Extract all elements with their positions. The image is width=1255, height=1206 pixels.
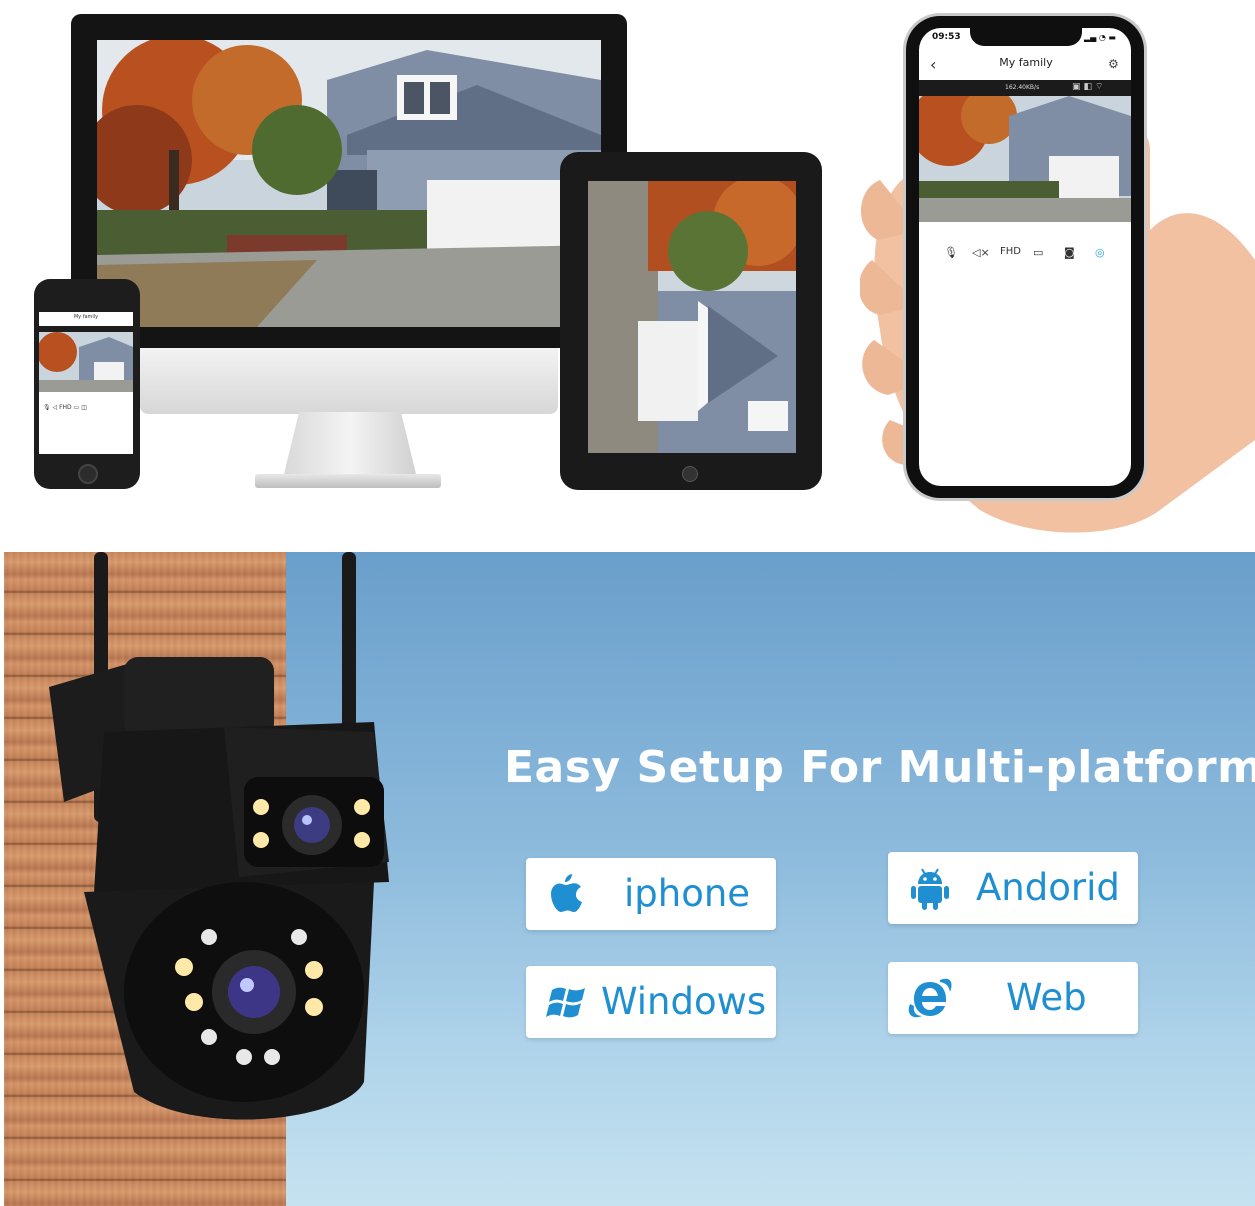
- record-icon[interactable]: ▭: [74, 404, 80, 411]
- phone-notch: [970, 28, 1082, 46]
- snapshot-camera-icon[interactable]: ◙: [1064, 246, 1075, 259]
- video-mode-icons[interactable]: ▣◧⌔: [1072, 81, 1106, 92]
- platform-android-label: Andorid: [976, 866, 1120, 909]
- mic-icon[interactable]: 🎙: [43, 404, 51, 411]
- platform-web-button[interactable]: Web: [888, 962, 1138, 1034]
- back-chevron-icon[interactable]: ‹: [930, 55, 936, 74]
- video-controls: 🎙 ◁× FHD ▭ ◙ ◎: [919, 246, 1131, 266]
- mute-speaker-icon[interactable]: ◁×: [972, 246, 990, 259]
- platform-iphone-label: iphone: [624, 872, 751, 915]
- app-title: My family: [999, 56, 1053, 69]
- platform-web-label: Web: [1006, 976, 1087, 1019]
- small-phone-quality[interactable]: FHD: [59, 404, 72, 411]
- camera-icon[interactable]: ◫: [81, 404, 87, 411]
- monitor-base: [255, 474, 441, 488]
- tablet-home-button: [682, 466, 698, 482]
- live-video-feed[interactable]: [919, 96, 1131, 222]
- internet-explorer-icon: [908, 978, 952, 1018]
- security-camera-image: [49, 552, 389, 1120]
- status-time: 09:53: [932, 32, 961, 42]
- platform-iphone-button[interactable]: iphone: [526, 858, 776, 930]
- monitor-chin: [140, 348, 558, 414]
- platform-android-button[interactable]: Andorid: [888, 852, 1138, 924]
- monitor-stand: [283, 412, 417, 478]
- platform-windows-button[interactable]: Windows: [526, 966, 776, 1038]
- ptz-control-icon[interactable]: ◎: [1095, 246, 1105, 259]
- speaker-icon[interactable]: ◁: [53, 404, 58, 411]
- device-showcase: My family 🎙 ◁ FHD ▭ ◫ 09:53 ▂▄ ◔ ▬ ‹ My …: [0, 0, 1255, 548]
- settings-gear-icon[interactable]: ⚙: [1108, 57, 1119, 71]
- small-phone-title: My family: [73, 314, 99, 320]
- small-phone-screen: My family 🎙 ◁ FHD ▭ ◫: [39, 312, 133, 454]
- android-icon: [911, 868, 949, 910]
- signal-wifi-battery-icon: ▂▄ ◔ ▬: [1084, 33, 1116, 42]
- quality-toggle[interactable]: FHD: [1000, 246, 1021, 257]
- bitrate-readout: 162.40KB/s: [1005, 84, 1040, 91]
- tablet-house-image: [588, 181, 796, 453]
- apple-icon: [551, 874, 582, 912]
- record-icon[interactable]: ▭: [1033, 246, 1043, 259]
- small-phone-home-button: [78, 464, 98, 484]
- windows-icon: [546, 987, 585, 1018]
- platform-windows-label: Windows: [601, 980, 767, 1023]
- monitor-house-image: [97, 40, 601, 327]
- headline: Easy Setup For Multi-platform: [504, 742, 1255, 793]
- microphone-icon[interactable]: 🎙: [944, 246, 958, 259]
